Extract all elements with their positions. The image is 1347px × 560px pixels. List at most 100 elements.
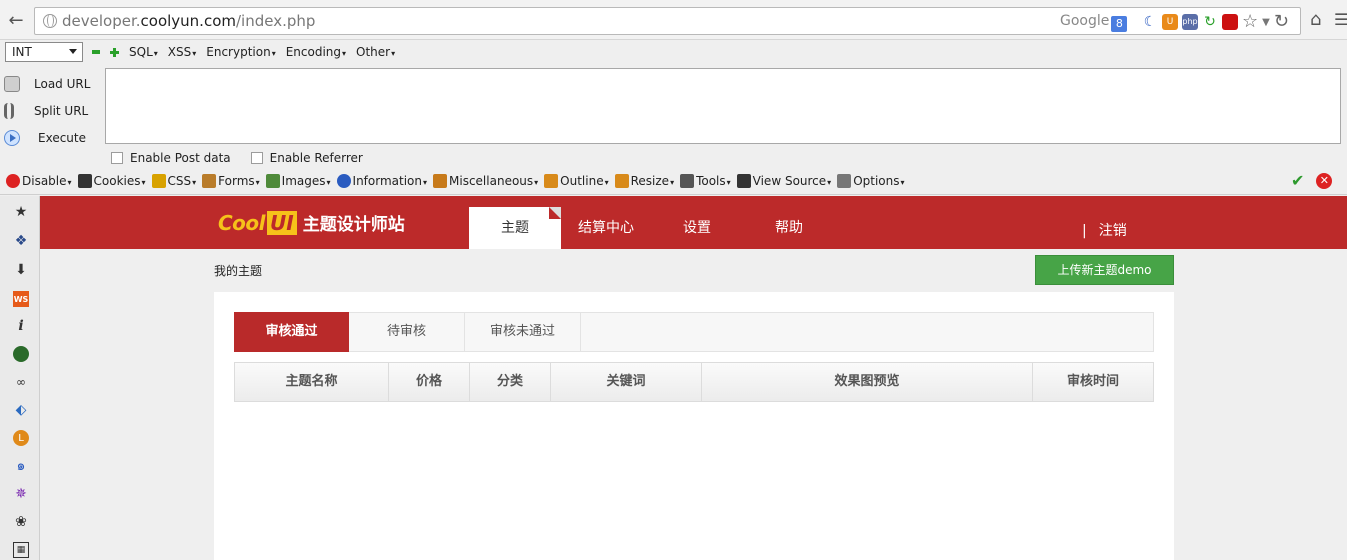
load-url-icon (4, 75, 20, 92)
moon-extension-icon[interactable]: ☾ (1142, 14, 1158, 30)
grid-icon[interactable]: ▦ (13, 542, 29, 558)
menu-other[interactable]: Other (356, 45, 395, 59)
view-source-icon (736, 174, 751, 188)
swirl-icon[interactable]: ๑ (13, 458, 29, 474)
split-url-button[interactable]: Split URL (4, 97, 90, 124)
tab-approved[interactable]: 审核通过 (234, 312, 349, 352)
flag-extension-icon[interactable] (1222, 14, 1238, 30)
theme-table-header: 主题名称 价格 分类 关键词 效果图预览 审核时间 (234, 362, 1154, 402)
reload-icon[interactable]: ↻ (1274, 13, 1289, 31)
binoculars-icon[interactable]: ∞ (13, 374, 29, 390)
address-bar[interactable]: developer.coolyun.com/index.php Google 8 … (34, 7, 1301, 35)
menu-sql[interactable]: SQL (129, 45, 158, 59)
puzzle-icon[interactable]: ❖ (13, 233, 29, 249)
webdev-menu-forms[interactable]: Forms (202, 174, 260, 188)
menu-icon[interactable]: ☰ (1334, 10, 1347, 29)
hackbar-actions: Load URL Split URL Execute (4, 70, 90, 151)
images-icon (265, 174, 280, 188)
enable-post-data-checkbox[interactable]: Enable Post data (111, 151, 231, 165)
home-icon[interactable]: ⌂ (1310, 9, 1321, 30)
webdev-menu-resize[interactable]: Resize (614, 174, 674, 188)
nav-theme[interactable]: 主题 (469, 207, 561, 249)
cursor-select-icon[interactable]: ⬖ (13, 402, 29, 418)
back-arrow-icon[interactable]: ← (4, 10, 28, 32)
checkbox-box[interactable] (111, 152, 123, 164)
star-icon[interactable]: ★ (13, 204, 29, 220)
logout-separator: | (1082, 223, 1087, 239)
minus-icon[interactable] (92, 50, 100, 54)
disable-icon (6, 174, 20, 188)
ublock-extension-icon[interactable]: U (1162, 14, 1178, 30)
webdev-menu-images[interactable]: Images (265, 174, 331, 188)
play-icon (4, 129, 20, 146)
palette-icon[interactable]: ❀ (13, 514, 29, 530)
url-text[interactable]: developer.coolyun.com/index.php (62, 12, 315, 30)
web-developer-toolbar: Disable Cookies CSS Forms Images Information M… (0, 170, 1347, 195)
main-nav: 主题 结算中心 设置 帮助 (469, 207, 835, 249)
webdev-menu-options[interactable]: Options (837, 174, 904, 188)
tab-rejected[interactable]: 审核未通过 (465, 313, 581, 351)
scissors-icon (4, 102, 14, 119)
menu-encoding[interactable]: Encoding (286, 45, 346, 59)
logout-area: | 注销 (1082, 220, 1127, 240)
column-price[interactable]: 价格 (389, 363, 470, 401)
cookies-icon (77, 174, 92, 188)
options-icon (837, 174, 852, 188)
logout-link[interactable]: 注销 (1099, 223, 1127, 239)
dropdown-arrow-icon[interactable]: ▼ (1262, 17, 1270, 28)
column-preview[interactable]: 效果图预览 (702, 363, 1033, 401)
webdev-menu-cookies[interactable]: Cookies (77, 174, 146, 188)
tools-icon (680, 174, 695, 188)
download-arrow-icon[interactable]: ⬇ (13, 262, 29, 278)
browser-toolbar: ← developer.coolyun.com/index.php Google… (0, 0, 1347, 40)
shield-icon[interactable] (13, 346, 29, 362)
ws-icon[interactable]: WS (13, 291, 29, 307)
site-header: Cool UI 主题设计师站 主题 结算中心 设置 帮助 | 注销 (40, 196, 1347, 249)
google-badge-icon: 8 (1111, 16, 1128, 32)
lastpass-icon[interactable]: L (13, 430, 29, 446)
webdev-menu-miscellaneous[interactable]: Miscellaneous (433, 174, 538, 188)
info-i-icon[interactable]: i (13, 318, 29, 334)
enable-referrer-checkbox[interactable]: Enable Referrer (250, 151, 363, 165)
webdev-menu-outline[interactable]: Outline (544, 174, 608, 188)
webdev-menu-disable[interactable]: Disable (6, 174, 72, 188)
refresh-extension-icon[interactable]: ↻ (1202, 14, 1218, 30)
menu-encryption[interactable]: Encryption (206, 45, 275, 59)
hackbar-panel: INT SQL XSS Encryption Encoding Other Lo… (0, 40, 1347, 170)
webdev-menu-information[interactable]: Information (336, 174, 427, 188)
load-url-button[interactable]: Load URL (4, 70, 90, 97)
column-keywords[interactable]: 关键词 (551, 363, 702, 401)
column-category[interactable]: 分类 (470, 363, 551, 401)
site-logo[interactable]: Cool UI 主题设计师站 (218, 210, 405, 235)
nav-settlement-center[interactable]: 结算中心 (561, 207, 651, 249)
tab-pending[interactable]: 待审核 (349, 313, 465, 351)
check-icon[interactable]: ✔ (1291, 173, 1304, 189)
outline-icon (544, 174, 559, 188)
content-panel: 审核通过 待审核 审核未通过 主题名称 价格 分类 关键词 效果图预览 审核时间 (214, 292, 1174, 560)
search-engine-label[interactable]: Google 8 (1060, 13, 1128, 32)
checkbox-box[interactable] (250, 152, 263, 164)
execute-button[interactable]: Execute (4, 124, 90, 151)
upload-theme-button[interactable]: 上传新主题demo (1035, 255, 1174, 285)
forms-icon (202, 174, 217, 188)
menu-xss[interactable]: XSS (168, 45, 196, 59)
virus-icon[interactable]: ✵ (13, 486, 29, 502)
php-extension-icon[interactable]: php (1182, 14, 1198, 30)
hackbar-menu: SQL XSS Encryption Encoding Other (92, 45, 395, 59)
globe-icon (43, 14, 57, 28)
page-title: 我的主题 (214, 264, 263, 278)
webdev-menu-tools[interactable]: Tools (680, 174, 731, 188)
url-textarea[interactable] (105, 68, 1341, 144)
column-theme-name[interactable]: 主题名称 (235, 363, 389, 401)
close-icon[interactable]: ✕ (1316, 173, 1333, 189)
int-select[interactable]: INT (5, 42, 83, 62)
nav-settings[interactable]: 设置 (651, 207, 743, 249)
webdev-menu-view-source[interactable]: View Source (736, 174, 832, 188)
miscellaneous-icon (433, 174, 448, 188)
hackbar-options: Enable Post data Enable Referrer (111, 151, 363, 165)
nav-help[interactable]: 帮助 (743, 207, 835, 249)
bookmark-star-icon[interactable]: ☆ (1242, 13, 1258, 31)
column-review-time[interactable]: 审核时间 (1033, 363, 1153, 401)
plus-icon[interactable] (110, 47, 119, 57)
webdev-menu-css[interactable]: CSS (151, 174, 197, 188)
